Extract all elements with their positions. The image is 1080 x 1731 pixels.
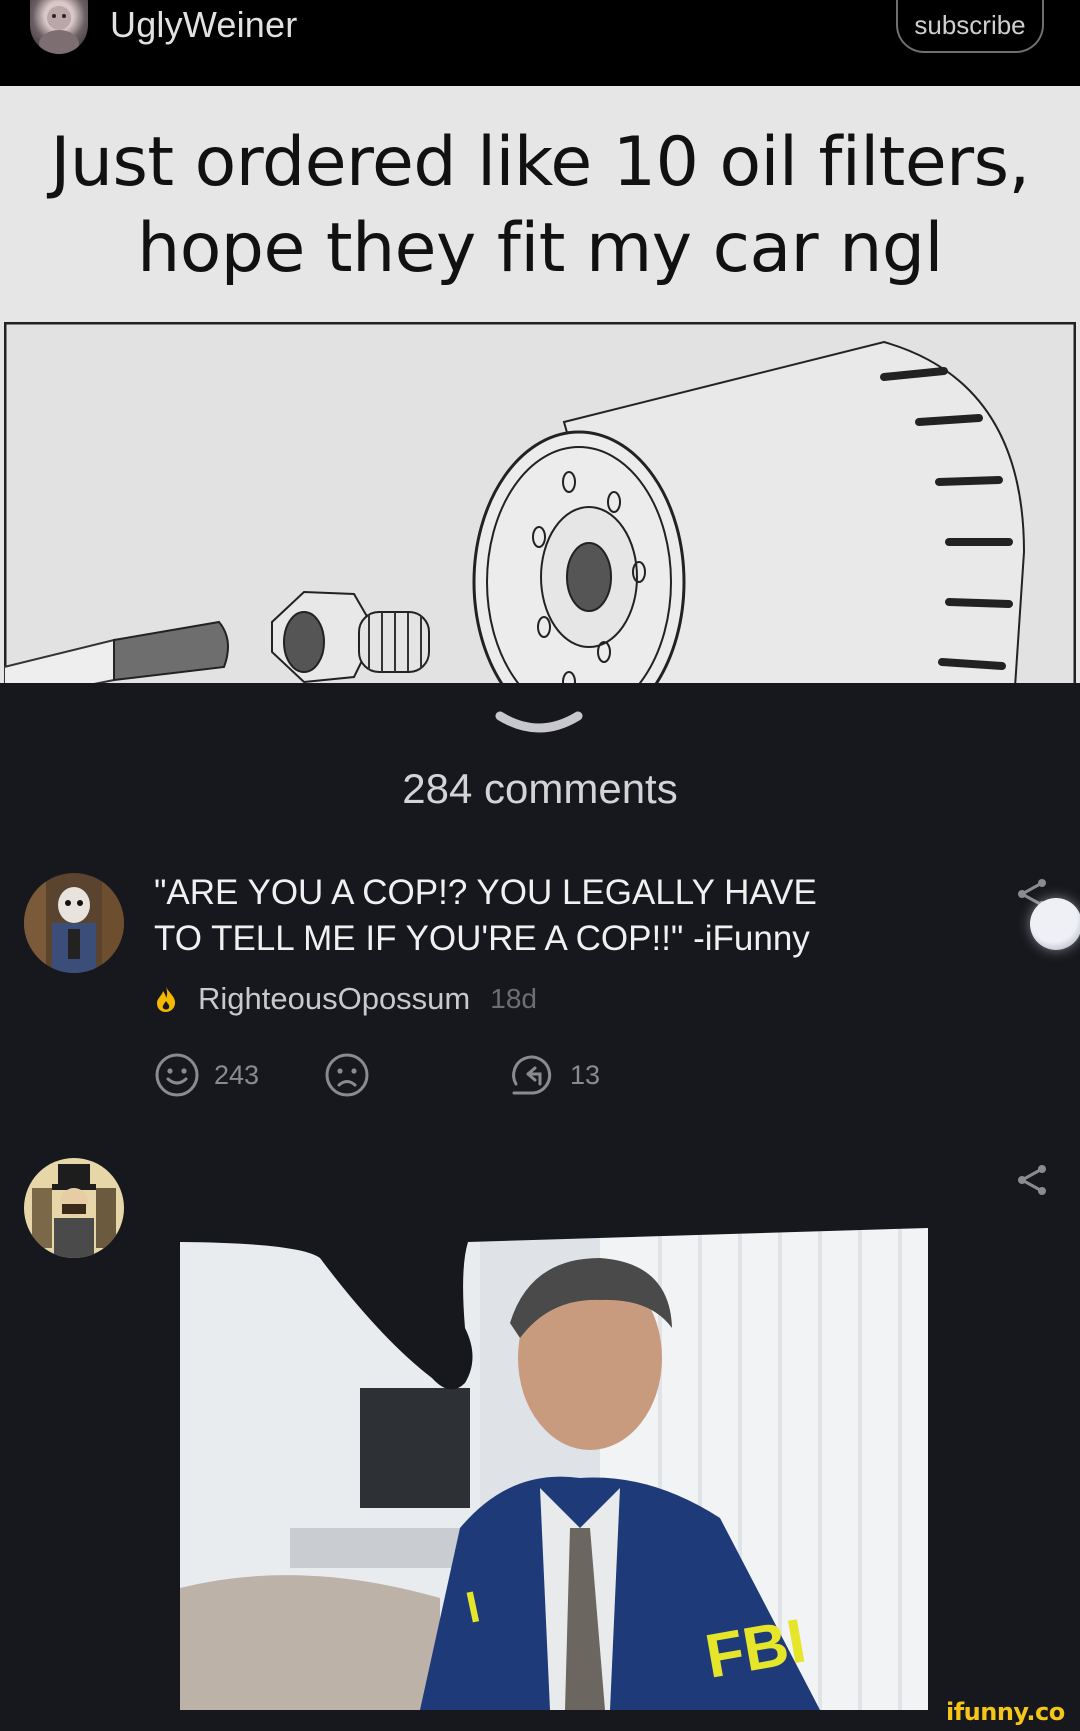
opossum-avatar-icon	[24, 873, 124, 973]
ifunny-watermark: ifunny.co	[946, 1698, 1065, 1726]
comment-text-line-2: TO TELL ME IF YOU'RE A COP!!" -iFunny	[154, 919, 810, 958]
commenter-avatar[interactable]	[24, 1158, 124, 1258]
reply-count: 13	[570, 1059, 601, 1090]
meme-caption: Just ordered like 10 oil filters, hope t…	[0, 120, 1080, 292]
commenter-avatar[interactable]	[24, 873, 124, 973]
share-icon[interactable]	[1014, 1162, 1050, 1198]
meme-image: Just ordered like 10 oil filters, hope t…	[0, 86, 1080, 683]
frown-icon	[325, 1053, 369, 1097]
comment-author[interactable]: RighteousOpossum	[198, 981, 470, 1017]
user-avatar-icon	[39, 6, 79, 54]
subscribe-button[interactable]: subscribe	[896, 0, 1044, 53]
smile-button[interactable]: 243	[154, 1052, 259, 1098]
oil-filter-diagram	[4, 322, 1076, 683]
comment-time: 18d	[490, 983, 537, 1014]
touch-indicator	[1030, 898, 1080, 950]
meme-caption-line-2: hope they fit my car ngl	[137, 209, 943, 288]
smile-icon	[155, 1053, 199, 1097]
reply-icon	[512, 1055, 552, 1095]
fbi-agent-photo: FBI I	[180, 1228, 928, 1710]
comment-meta: RighteousOpossum 18d	[154, 979, 537, 1019]
author-avatar[interactable]	[30, 0, 88, 54]
comment-attached-photo[interactable]: FBI I	[180, 1228, 928, 1710]
post-header: UglyWeiner subscribe	[0, 0, 1080, 86]
chevron-down-icon[interactable]	[494, 710, 584, 740]
unsmile-button[interactable]	[324, 1052, 370, 1098]
comment-text-line-1: "ARE YOU A COP!? YOU LEGALLY HAVE	[154, 873, 817, 912]
tophat-avatar-icon	[24, 1158, 124, 1258]
comment-text: "ARE YOU A COP!? YOU LEGALLY HAVE TO TEL…	[154, 870, 914, 962]
meme-caption-line-1: Just ordered like 10 oil filters,	[50, 123, 1030, 202]
reply-button[interactable]: 13	[510, 1052, 600, 1098]
comment-count: 284 comments	[402, 765, 678, 812]
author-username[interactable]: UglyWeiner	[110, 4, 297, 46]
flame-icon	[157, 986, 176, 1012]
smile-count: 243	[214, 1059, 260, 1090]
